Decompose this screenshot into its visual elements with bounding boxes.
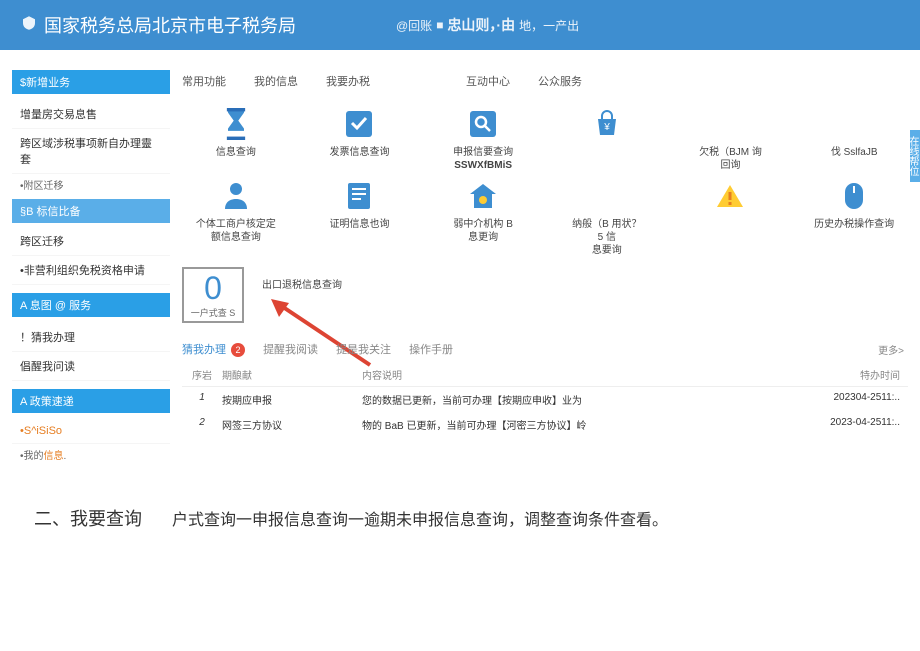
fn-agency-query[interactable]: 弱中介机构 B 息更询 [429,178,537,257]
person-icon [218,178,254,214]
sidebar-item[interactable]: 倡醒我问读 [12,352,170,381]
top-tabs: 常用功能 我的信息 我要办税 互动中心 公众服务 [182,70,908,92]
site-title: 国家税务总局北京市电子税务局 [20,12,296,38]
fn-bag[interactable]: ¥ [553,106,661,172]
sidebar-item[interactable]: 跨区域涉税事项新自办理靈套 [12,129,170,174]
fn-taxpayer-status[interactable]: 纳般（B 用状？ 5 信 息要询 [553,178,661,257]
sidebar-item[interactable]: •附区迁移 [12,174,170,195]
fn-export-refund[interactable]: 出口退税信息查询 [260,279,344,292]
tab-public[interactable]: 公众服务 [538,73,582,89]
subtab-manual[interactable]: 操作手册 [409,341,453,357]
app-header: 国家税务总局北京市电子税务局 @回账 ■ 忠山则，·由 地，一产出 [0,0,920,50]
sidebar: $新增业务 增量房交易息售 跨区域涉税事项新自办理靈套 •附区迁移 §B 标信比… [0,50,170,465]
content-area: 8 在线帮位 常用功能 我的信息 我要办税 互动中心 公众服务 信息查询 发票信… [170,50,920,465]
sidebar-item[interactable]: ！猜我办理 [12,323,170,352]
header-subtitle: @回账 ■ 忠山则，·由 地，一产出 [396,15,579,35]
document-icon [341,178,377,214]
subtab-follow[interactable]: 提是我关注 [336,341,391,357]
tab-myinfo[interactable]: 我的信息 [254,73,298,89]
sidebar-item[interactable]: •非营利组织免税资格申请 [12,256,170,285]
svg-text:¥: ¥ [603,122,610,133]
instruction-body: 户式查询一申报信息查询一逾期未申报信息查询，调整查询条件查看。 [172,506,668,530]
table-row[interactable]: 1 按期应申报 您的数据已更新，当前可办理【按期应申收】业为 202304-25… [182,387,908,412]
hourglass-icon [218,106,254,142]
count-zero: 0 [204,272,222,304]
instruction-text: 二、我要查询 户式查询一申报信息查询一逾期未申报信息查询，调整查询条件查看。 [34,505,920,531]
online-help-tag[interactable]: 8 在线帮位 [910,130,920,182]
warning-icon [712,178,748,214]
badge-count: 2 [231,343,245,357]
fn-warning[interactable] [677,178,785,257]
logo-icon [20,14,38,37]
more-link[interactable]: 更多> [878,342,904,357]
fn-cert-query[interactable]: 证明信息也询 [306,178,414,257]
tab-tax[interactable]: 我要办税 [326,73,370,89]
sidebar-item[interactable]: 增量房交易息售 [12,100,170,129]
fn-arrears[interactable]: 欠税（BJM 询 回询 [677,106,785,172]
mouse-icon [836,178,872,214]
subtab-read[interactable]: 提醒我阅读 [263,341,318,357]
site-title-text: 国家税务总局北京市电子税务局 [44,12,296,38]
fn-individual-query[interactable]: 个体工商户核定定额信息查询 [182,178,290,257]
tab-interact[interactable]: 互动中心 [466,73,510,89]
fn-ssifajb[interactable]: 伐 SslfaJB [800,106,908,172]
sidebar-item[interactable]: •我的信息. [12,444,170,465]
one-stop-query-box[interactable]: 0 一户式查 S [182,267,244,323]
table-header-row: 序岩 期酿献 内容说明 特办时间 [182,363,908,387]
sidebar-section-pending: A 息图 @ 服务 [12,293,170,317]
subtab-todo[interactable]: 猜我办理 2 [182,341,245,357]
fn-history[interactable]: 历史办税操作查询 [800,178,908,257]
sidebar-section-policy: A 政策速递 [12,389,170,413]
reminder-tabs: 猜我办理 2 提醒我阅读 提是我关注 操作手册 更多> [182,341,908,357]
fn-invoice-query[interactable]: 发票信息查询 [306,106,414,172]
bag-icon: ¥ [589,106,625,142]
fn-declare-query[interactable]: 申报信要查询SSWXfBMiS [429,106,537,172]
function-grid: 信息查询 发票信息查询 申报信要查询SSWXfBMiS ¥ 欠税（BJM 询 回… [182,106,908,257]
todo-table: 序岩 期酿献 内容说明 特办时间 1 按期应申报 您的数据已更新，当前可办理【按… [182,363,908,437]
sidebar-item-orange[interactable]: •S^iSiSo [12,419,170,444]
sidebar-section-new: $新增业务 [12,70,170,94]
square-icon: ■ [436,18,443,32]
instruction-heading: 二、我要查询 [34,505,142,531]
search-icon [465,106,501,142]
sidebar-section-sb: §B 标信比备 [12,199,170,223]
tab-common[interactable]: 常用功能 [182,73,226,89]
square-check-icon [341,106,377,142]
sidebar-item[interactable]: 跨区迁移 [12,227,170,256]
table-row[interactable]: 2 网签三方协议 物的 BaB 已更新，当前可办理【河密三方协议】岭 2023-… [182,412,908,437]
house-icon [465,178,501,214]
fn-info-query[interactable]: 信息查询 [182,106,290,172]
